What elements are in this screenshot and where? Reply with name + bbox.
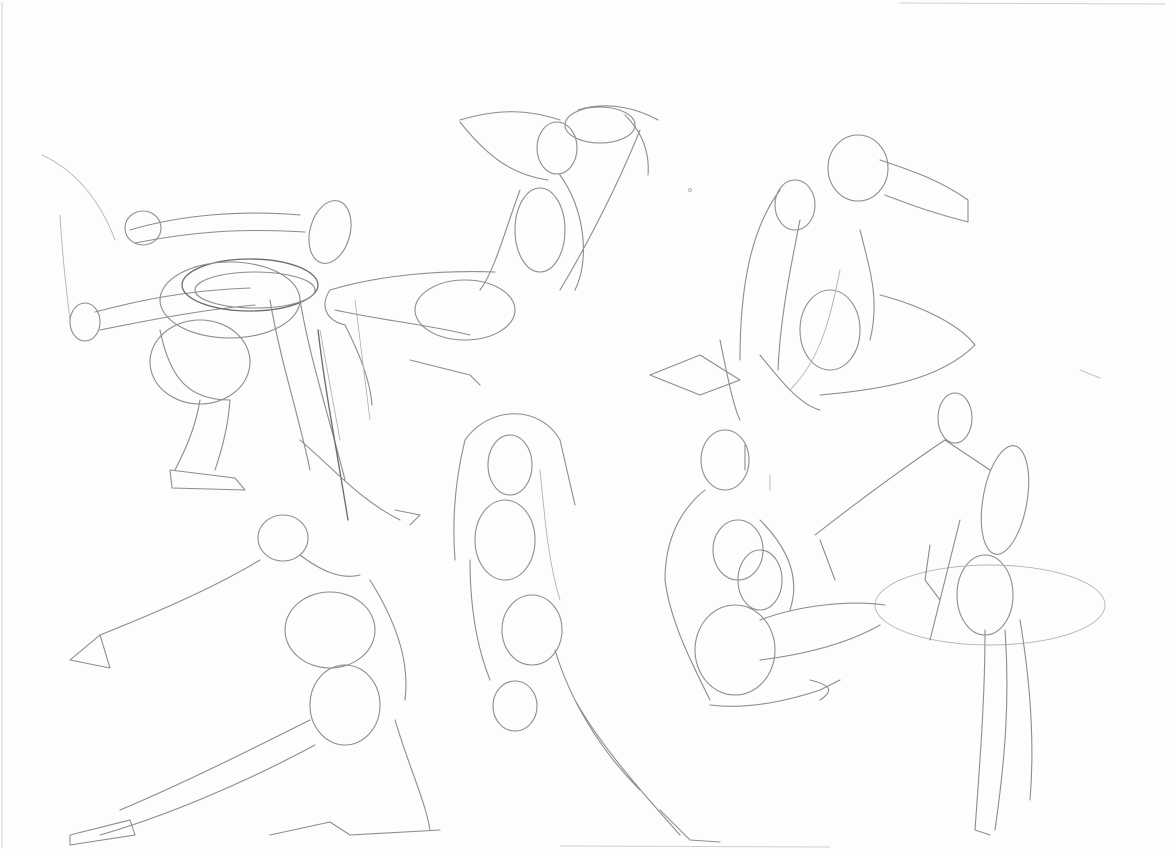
seated-figure-knees-up [664,429,886,707]
leaping-figure [41,154,421,526]
paper-edges [1,2,1166,848]
stray-marks [688,188,1101,491]
lunging-figure-arm-extended [69,514,441,846]
reclining-figure-arms-overhead [324,105,659,421]
sketch-canvas [1,2,1166,848]
figure-arm-over-head [453,413,721,843]
crouching-figure-head-down [649,134,976,421]
standing-figure-arm-extended [814,392,1106,836]
sketch-sheet [0,0,1169,850]
